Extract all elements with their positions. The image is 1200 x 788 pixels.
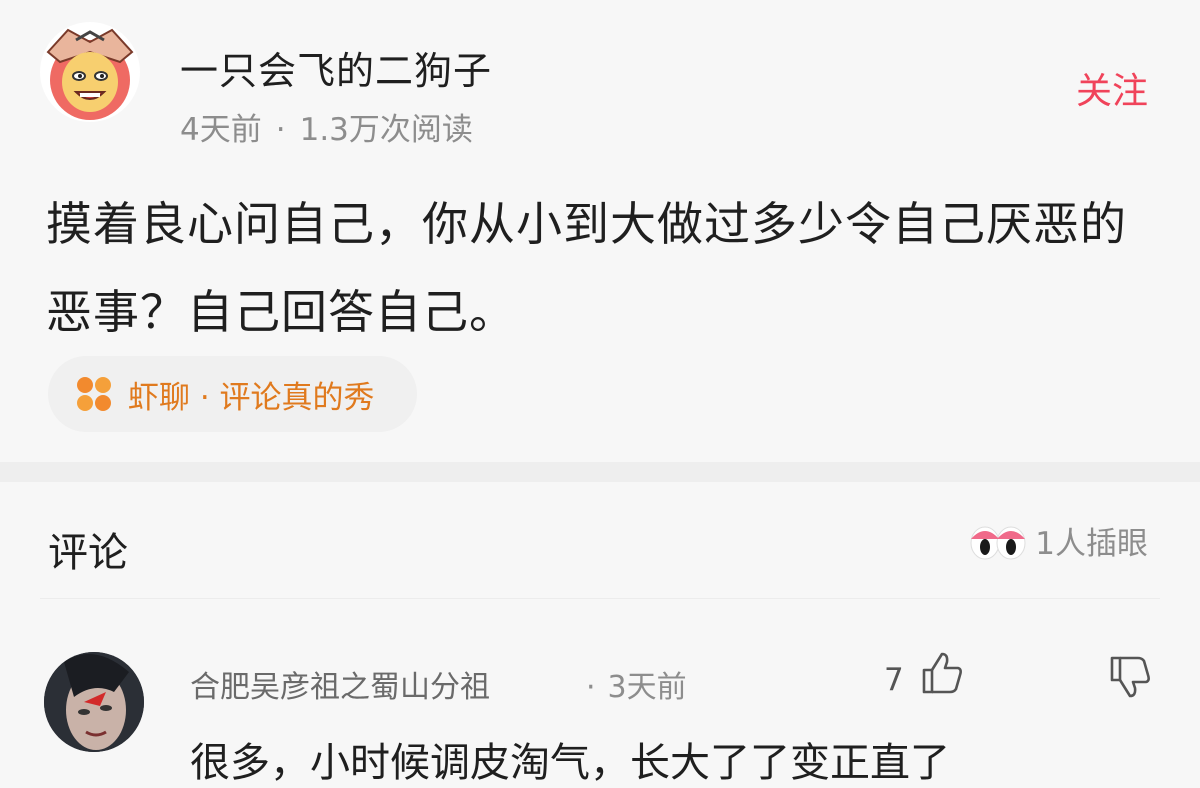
commenter-name[interactable]: 合肥吴彦祖之蜀山分祖 xyxy=(190,662,490,706)
comment-time: 3天前 xyxy=(607,670,687,705)
read-count: 1.3万次阅读 xyxy=(299,112,473,148)
post-card: 一只会飞的二狗子 4天前 · 1.3万次阅读 关注 摸着良心问自己，你从小到大做过多… xyxy=(0,0,1200,462)
post-meta: 4天前 · 1.3万次阅读 xyxy=(180,104,473,149)
section-divider xyxy=(0,462,1200,482)
post-text: 摸着良心问自己，你从小到大做过多少令自己厌恶的恶事？自己回答自己。 xyxy=(46,197,1127,339)
eyes-stat[interactable]: 1人插眼 xyxy=(969,518,1148,563)
topic-chip[interactable]: 虾聊 · 评论真的秀 xyxy=(48,356,417,432)
meta-separator: · xyxy=(586,670,596,705)
peeking-eyes-icon xyxy=(970,526,1026,559)
thumbs-up-icon xyxy=(922,652,962,694)
author-name[interactable]: 一只会飞的二狗子 xyxy=(180,40,492,95)
thumbs-down-icon xyxy=(1110,656,1150,698)
comments-title: 评论 xyxy=(48,530,128,576)
comment-text: 很多，小时候调皮淘气，长大了了变正直了 xyxy=(190,740,950,786)
follow-button[interactable]: 关注 xyxy=(1076,62,1148,114)
topic-label: 虾聊 · 评论真的秀 xyxy=(128,379,375,416)
comment-time-wrap: · 3天前 xyxy=(586,662,687,706)
commenter-photo-icon xyxy=(44,652,144,752)
author-avatar[interactable] xyxy=(40,22,140,122)
comments-section: 评论 1人插眼 合肥吴彦祖之蜀山分祖 · 3天前 7 很多，小时候调皮淘气，长大… xyxy=(0,482,1200,786)
post-time: 4天前 xyxy=(180,112,262,148)
four-petal-flower-icon xyxy=(77,377,111,411)
meta-separator: · xyxy=(275,112,286,148)
dislike-button[interactable] xyxy=(1106,654,1152,704)
cartoon-face-icon xyxy=(46,28,134,120)
like-count: 7 xyxy=(884,662,904,698)
commenter-avatar[interactable] xyxy=(44,652,144,752)
divider-line xyxy=(40,598,1160,599)
like-button[interactable] xyxy=(918,650,964,700)
eyes-count: 1人插眼 xyxy=(1035,526,1148,562)
